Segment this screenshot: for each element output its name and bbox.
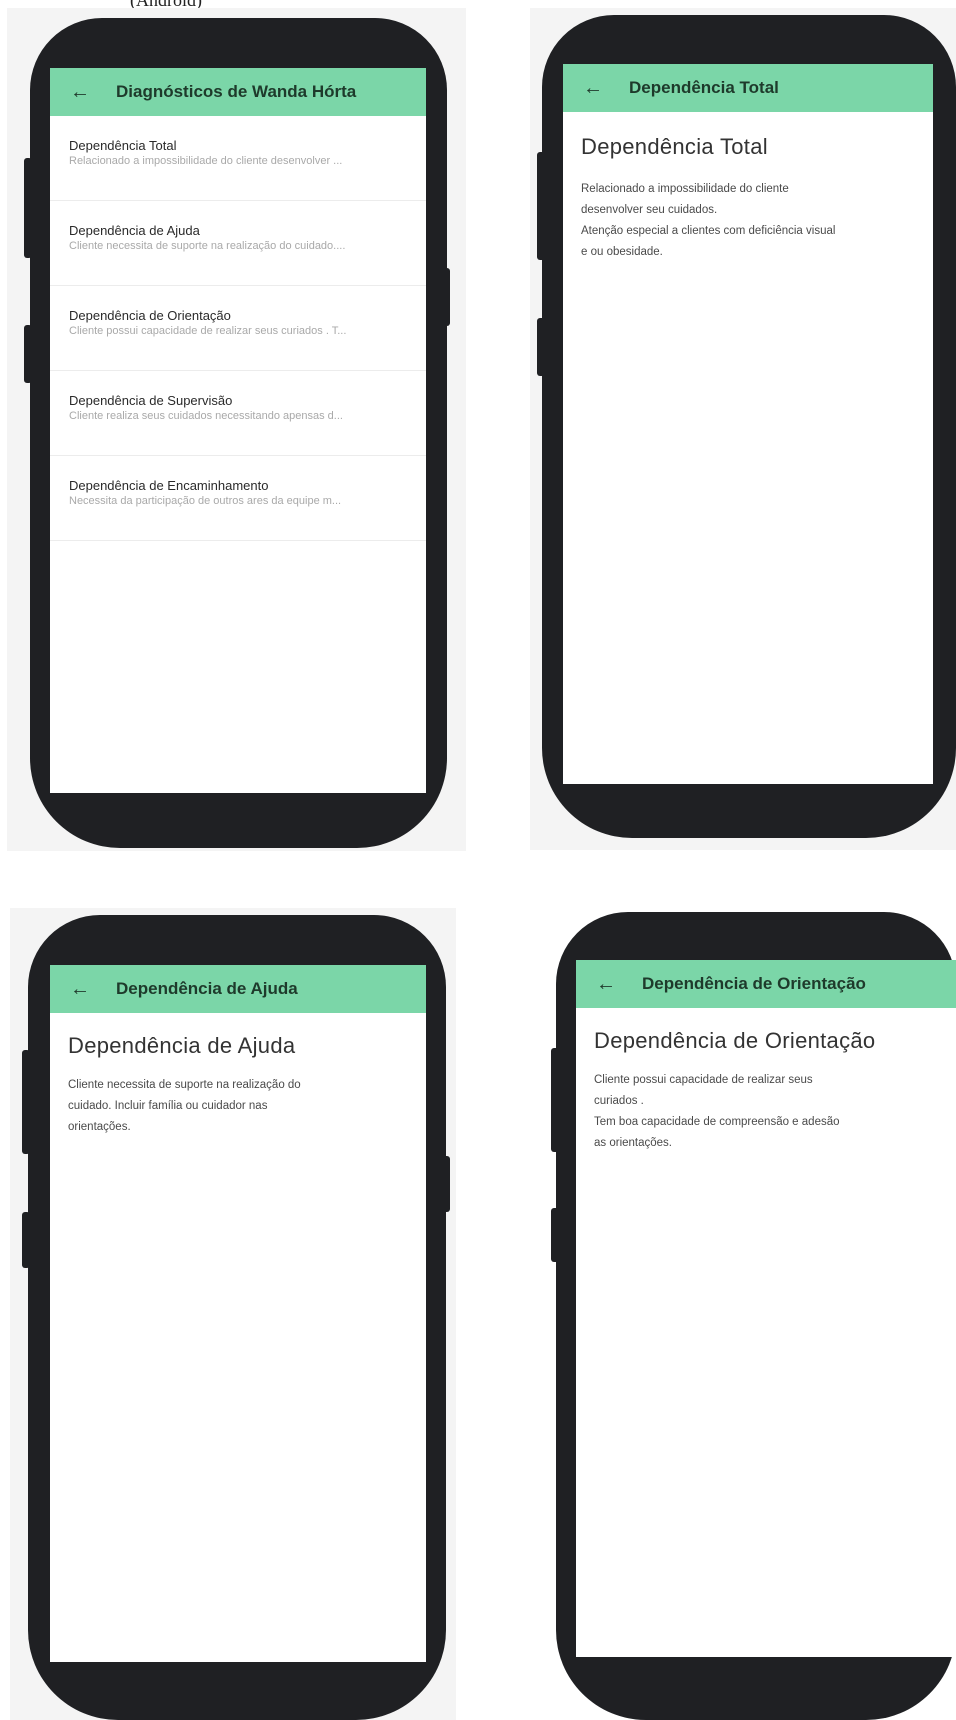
detail-total-screen: ← Dependência Total Dependência Total Re… <box>563 64 933 784</box>
detail-heading: Dependência de Ajuda <box>68 1033 296 1058</box>
list-item-dependencia-total[interactable]: Dependência Total Relacionado a impossib… <box>50 116 426 201</box>
arrow-left-icon[interactable]: ← <box>583 78 603 98</box>
app-bar-title: Dependência de Ajuda <box>116 979 298 998</box>
list-screen: ← Diagnósticos de Wanda Hórta Dependênci… <box>50 68 426 793</box>
detail-body: Cliente necessita de suporte na realizaç… <box>68 1079 301 1133</box>
phone-frame: ← Dependência Total Dependência Total Re… <box>542 15 956 838</box>
detail-body: Cliente possui capacidade de realizar se… <box>594 1074 840 1149</box>
list-item-subtitle: Relacionado a impossibilidade do cliente… <box>69 155 343 167</box>
app-bar: ← Diagnósticos de Wanda Hórta <box>50 68 426 116</box>
list-item-title: Dependência de Supervisão <box>69 393 233 408</box>
app-bar: ← Dependência de Orientação <box>576 960 956 1008</box>
app-bar-title: Dependência de Orientação <box>642 974 866 993</box>
list-item-title: Dependência de Ajuda <box>69 223 200 238</box>
list-item-dependencia-encaminhamento[interactable]: Dependência de Encaminhamento Necessita … <box>50 456 426 541</box>
app-bar-title: Diagnósticos de Wanda Hórta <box>116 82 357 101</box>
arrow-left-icon[interactable]: ← <box>596 974 616 994</box>
detail-heading: Dependência Total <box>581 134 768 159</box>
app-bar: ← Dependência Total <box>563 64 933 112</box>
list-item-subtitle: Necessita da participação de outros ares… <box>69 495 342 507</box>
phone-frame: ← Dependência de Orientação Dependência … <box>556 912 956 1720</box>
list-item-subtitle: Cliente realiza seus cuidados necessitan… <box>69 410 343 422</box>
phone-frame: ← Diagnósticos de Wanda Hórta Dependênci… <box>30 18 447 848</box>
list-item-title: Dependência de Encaminhamento <box>69 478 269 493</box>
app-bar-title: Dependência Total <box>629 78 779 97</box>
arrow-left-icon[interactable]: ← <box>70 979 90 999</box>
detail-orientacao-screen: ← Dependência de Orientação Dependência … <box>576 960 956 1657</box>
phone-frame: ← Dependência de Ajuda Dependência de Aj… <box>28 915 446 1720</box>
list-item-dependencia-supervisao[interactable]: Dependência de Supervisão Cliente realiz… <box>50 371 426 456</box>
detail-heading: Dependência de Orientação <box>594 1028 876 1053</box>
list-item-dependencia-orientacao[interactable]: Dependência de Orientação Cliente possui… <box>50 286 426 371</box>
detail-body: Relacionado a impossibilidade do cliente… <box>581 183 836 258</box>
app-bar: ← Dependência de Ajuda <box>50 965 426 1013</box>
list-item-subtitle: Cliente necessita de suporte na realizaç… <box>69 240 346 252</box>
arrow-left-icon[interactable]: ← <box>70 82 90 102</box>
detail-ajuda-screen: ← Dependência de Ajuda Dependência de Aj… <box>50 965 426 1662</box>
list-item-dependencia-ajuda[interactable]: Dependência de Ajuda Cliente necessita d… <box>50 201 426 286</box>
list-item-title: Dependência Total <box>69 138 177 153</box>
list-item-title: Dependência de Orientação <box>69 308 231 323</box>
list-item-subtitle: Cliente possui capacidade de realizar se… <box>69 325 347 337</box>
